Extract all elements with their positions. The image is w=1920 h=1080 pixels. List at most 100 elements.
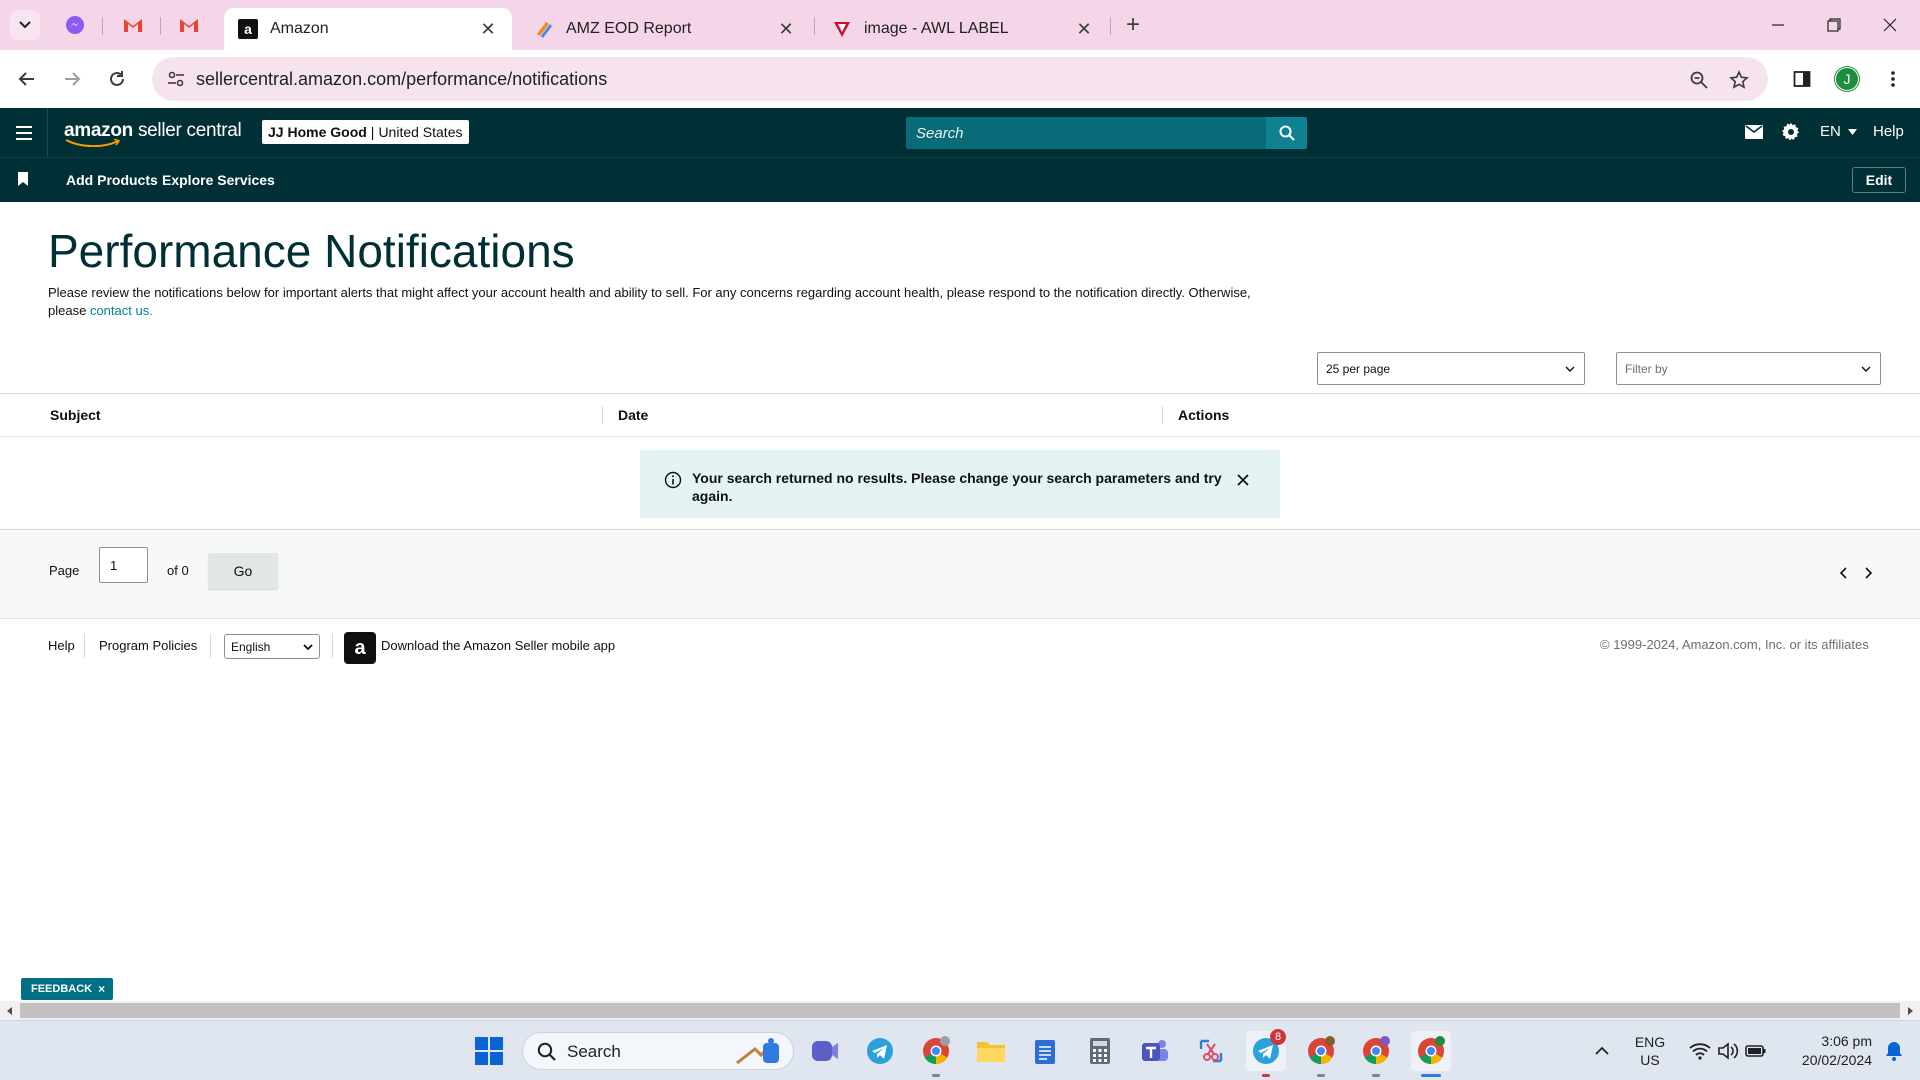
chevron-right-icon[interactable] — [1861, 565, 1875, 581]
hamburger-icon — [15, 125, 32, 140]
per-page-select[interactable]: 25 per page — [1317, 352, 1585, 385]
zoom-icon[interactable] — [1686, 67, 1712, 93]
taskbar-telegram-1[interactable] — [860, 1031, 900, 1071]
chevron-down-icon — [1565, 366, 1575, 372]
per-page-value: 25 per page — [1326, 361, 1391, 376]
language-code: EN — [1820, 123, 1841, 140]
site-settings-icon[interactable] — [162, 65, 190, 93]
close-icon[interactable]: ✕ — [776, 19, 796, 39]
feedback-button[interactable]: FEEDBACK × — [21, 978, 113, 1000]
amazon-seller-app-icon[interactable]: a — [344, 632, 376, 664]
page-number-input[interactable] — [99, 547, 148, 583]
column-header-subject[interactable]: Subject — [50, 407, 101, 423]
close-icon[interactable]: ✕ — [1074, 19, 1094, 39]
header-search-button[interactable] — [1266, 117, 1307, 149]
scroll-left-icon[interactable] — [4, 1005, 16, 1017]
minimize-button[interactable] — [1750, 8, 1806, 42]
taskbar-teams[interactable] — [1135, 1031, 1175, 1071]
go-button[interactable]: Go — [208, 553, 278, 589]
horizontal-scrollbar[interactable] — [0, 1001, 1920, 1020]
filter-select[interactable]: Filter by — [1616, 352, 1881, 385]
forward-button[interactable] — [55, 62, 89, 96]
taskbar-meet[interactable] — [805, 1031, 845, 1071]
bookmark-icon[interactable] — [17, 172, 29, 186]
close-icon[interactable] — [1234, 471, 1252, 489]
chevron-down-icon — [1861, 366, 1871, 372]
tab-search-button[interactable] — [10, 10, 40, 40]
input-language-indicator[interactable]: ENG US — [1628, 1033, 1672, 1069]
more-vertical-icon — [1891, 71, 1895, 87]
reload-button[interactable] — [100, 62, 134, 96]
bookmark-bar: Add Products Explore Services Edit — [0, 157, 1920, 202]
menu-button[interactable] — [0, 108, 48, 157]
back-button[interactable] — [10, 62, 44, 96]
address-bar[interactable]: sellercentral.amazon.com/performance/not… — [152, 57, 1768, 101]
footer-language-value: English — [231, 639, 271, 654]
taskbar-file-explorer[interactable] — [971, 1031, 1011, 1071]
new-tab-button[interactable]: + — [1120, 11, 1146, 38]
tab-separator — [1110, 17, 1111, 35]
notepad-icon — [1035, 1040, 1055, 1064]
column-header-date[interactable]: Date — [618, 407, 648, 423]
download-app-link[interactable]: Download the Amazon Seller mobile app — [381, 638, 615, 653]
settings-button[interactable] — [1779, 120, 1803, 144]
chrome-icon — [923, 1036, 950, 1065]
taskbar-chrome-profile-2[interactable] — [1301, 1031, 1341, 1071]
taskbar-chrome-profile-1[interactable] — [916, 1031, 956, 1071]
folder-icon — [977, 1042, 1005, 1062]
footer-divider — [84, 634, 85, 658]
chevron-left-icon[interactable] — [1837, 565, 1851, 581]
tab-awl-label[interactable]: image - AWL LABEL ✕ — [818, 8, 1108, 50]
close-icon[interactable]: ✕ — [478, 19, 498, 39]
account-region: United States — [378, 124, 463, 140]
footer-program-policies-link[interactable]: Program Policies — [99, 638, 197, 653]
footer-divider — [210, 634, 211, 658]
profile-avatar[interactable]: J — [1835, 67, 1859, 91]
tab-amz-eod-report[interactable]: AMZ EOD Report ✕ — [520, 8, 810, 50]
tab-amazon[interactable]: a Amazon ✕ — [224, 8, 512, 50]
tab-separator — [102, 17, 103, 35]
seller-central-logo[interactable]: amazon seller central — [64, 120, 242, 147]
edit-bookmarks-button[interactable]: Edit — [1852, 167, 1906, 193]
taskbar-chrome-profile-4[interactable] — [1411, 1031, 1451, 1071]
header-search-input[interactable] — [906, 117, 1266, 149]
clock-date: 20/02/2024 — [1801, 1052, 1872, 1068]
taskbar-telegram-2[interactable]: 8 — [1246, 1029, 1286, 1071]
clock[interactable]: 3:06 pm 20/02/2024 — [1776, 1032, 1872, 1070]
taskbar-chrome-profile-3[interactable] — [1356, 1031, 1396, 1071]
messages-button[interactable] — [1742, 120, 1766, 144]
bookmark-star-icon[interactable] — [1726, 67, 1752, 93]
notifications-button[interactable] — [1874, 1031, 1914, 1071]
taskbar-notepad[interactable] — [1025, 1031, 1065, 1071]
taskbar-snipping-tool[interactable] — [1191, 1031, 1231, 1071]
side-panel-button[interactable] — [1785, 62, 1819, 96]
nav-explore-services[interactable]: Explore Services — [162, 172, 275, 188]
start-button[interactable] — [469, 1031, 509, 1071]
pinned-tab-gmail-1[interactable] — [114, 10, 152, 40]
info-icon — [664, 471, 682, 489]
browser-tabstrip: a Amazon ✕ AMZ EOD Report ✕ image - AWL … — [0, 0, 1920, 50]
help-link[interactable]: Help — [1873, 123, 1904, 140]
pinned-tab-messenger[interactable] — [56, 10, 94, 40]
pinned-tab-gmail-2[interactable] — [170, 10, 208, 40]
browser-menu-button[interactable] — [1876, 62, 1910, 96]
close-icon[interactable]: × — [98, 982, 105, 996]
close-window-button[interactable] — [1862, 8, 1918, 42]
taskbar-search[interactable]: Search — [522, 1032, 794, 1070]
taskbar-calculator[interactable] — [1080, 1031, 1120, 1071]
language-selector[interactable]: EN — [1820, 123, 1858, 140]
scroll-right-icon[interactable] — [1904, 1005, 1916, 1017]
restore-button[interactable] — [1806, 8, 1862, 42]
show-hidden-icons-button[interactable] — [1582, 1031, 1622, 1071]
scrollbar-thumb[interactable] — [20, 1003, 1900, 1018]
footer-language-select[interactable]: English — [224, 634, 320, 659]
system-tray-status[interactable] — [1688, 1031, 1768, 1071]
close-icon — [1883, 18, 1897, 32]
search-icon — [537, 1042, 556, 1061]
wifi-icon — [1689, 1043, 1711, 1060]
active-window-indicator — [1421, 1074, 1441, 1077]
contact-us-link[interactable]: contact us. — [90, 303, 153, 318]
account-switcher[interactable]: JJ Home Good | United States — [262, 120, 469, 144]
nav-add-products[interactable]: Add Products — [66, 172, 158, 188]
footer-help-link[interactable]: Help — [48, 638, 75, 653]
